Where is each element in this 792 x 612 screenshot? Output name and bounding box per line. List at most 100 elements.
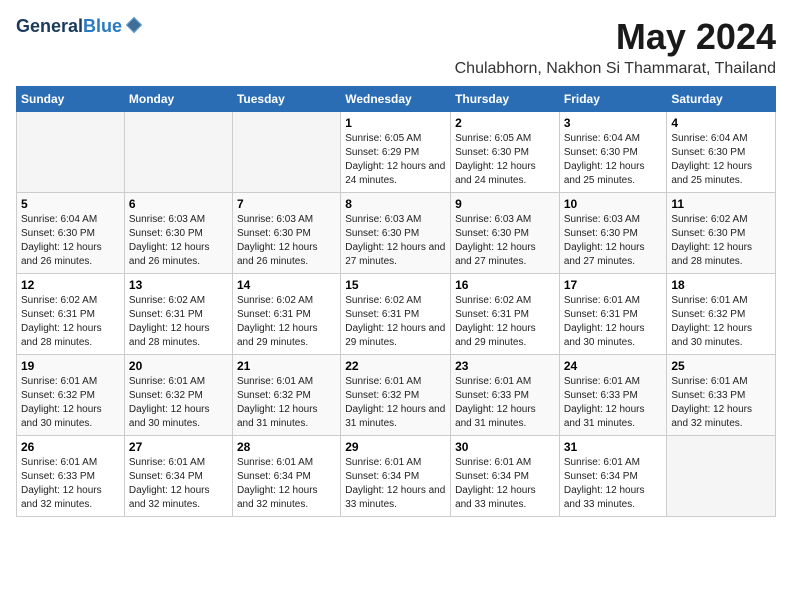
day-number: 16: [455, 278, 555, 292]
day-number: 3: [564, 116, 663, 130]
header: GeneralBlue May 2024 Chulabhorn, Nakhon …: [16, 16, 776, 78]
calendar-week-row: 1Sunrise: 6:05 AMSunset: 6:29 PMDaylight…: [17, 112, 776, 193]
day-number: 2: [455, 116, 555, 130]
day-number: 11: [671, 197, 771, 211]
day-number: 15: [345, 278, 446, 292]
day-number: 25: [671, 359, 771, 373]
weekday-header: Sunday: [17, 87, 125, 112]
day-number: 10: [564, 197, 663, 211]
calendar-header-row: SundayMondayTuesdayWednesdayThursdayFrid…: [17, 87, 776, 112]
calendar-week-row: 19 Sunrise: 6:01 AMSunset: 6:32 PMDayligh…: [17, 355, 776, 436]
calendar-cell: [124, 112, 232, 193]
day-number: 14: [237, 278, 336, 292]
calendar-cell: 27 Sunrise: 6:01 AMSunset: 6:34 PMDayligh…: [124, 436, 232, 517]
day-info: Sunrise: 6:02 AMSunset: 6:30 PMDaylight:…: [671, 213, 771, 269]
calendar-cell: 5 Sunrise: 6:04 AMSunset: 6:30 PMDaylight…: [17, 193, 125, 274]
calendar-cell: 23Sunrise: 6:01 AMSunset: 6:33 PMDayligh…: [451, 355, 560, 436]
day-info: Sunrise: 6:01 AMSunset: 6:34 PMDaylight:…: [345, 456, 446, 512]
day-number: 1: [345, 116, 446, 130]
calendar-cell: [17, 112, 125, 193]
calendar-cell: 19Sunrise: 6:01 AMSunset: 6:32 PMDayligh…: [17, 355, 125, 436]
day-number: 7: [237, 197, 336, 211]
weekday-header: Wednesday: [341, 87, 451, 112]
calendar-cell: 6Sunrise: 6:03 AMSunset: 6:30 PMDaylight…: [124, 193, 232, 274]
calendar-week-row: 12 Sunrise: 6:02 AMSunset: 6:31 PMDayligh…: [17, 274, 776, 355]
day-info: Sunrise: 6:03 AMSunset: 6:30 PMDaylight:…: [129, 213, 228, 269]
day-info: Sunrise: 6:01 AMSunset: 6:32 PMDaylight:…: [345, 375, 446, 431]
calendar-cell: 24 Sunrise: 6:01 AMSunset: 6:33 PMDayligh…: [559, 355, 667, 436]
calendar-cell: 3 Sunrise: 6:04 AMSunset: 6:30 PMDaylight…: [559, 112, 667, 193]
day-number: 21: [237, 359, 336, 373]
day-info: Sunrise: 6:02 AMSunset: 6:31 PMDaylight:…: [237, 294, 336, 350]
day-number: 24: [564, 359, 663, 373]
calendar-table: SundayMondayTuesdayWednesdayThursdayFrid…: [16, 86, 776, 517]
day-number: 9: [455, 197, 555, 211]
calendar-cell: 28 Sunrise: 6:01 AMSunset: 6:34 PMDayligh…: [232, 436, 340, 517]
day-number: 19: [21, 359, 120, 373]
day-number: 28: [237, 440, 336, 454]
calendar-week-row: 26 Sunrise: 6:01 AMSunset: 6:33 PMDayligh…: [17, 436, 776, 517]
calendar-cell: 20 Sunrise: 6:01 AMSunset: 6:32 PMDayligh…: [124, 355, 232, 436]
day-info: Sunrise: 6:01 AMSunset: 6:33 PMDaylight:…: [21, 456, 120, 512]
weekday-header: Monday: [124, 87, 232, 112]
calendar-cell: 26 Sunrise: 6:01 AMSunset: 6:33 PMDayligh…: [17, 436, 125, 517]
day-info: Sunrise: 6:04 AMSunset: 6:30 PMDaylight:…: [564, 132, 663, 188]
day-info: Sunrise: 6:02 AMSunset: 6:31 PMDaylight:…: [129, 294, 228, 350]
title-section: May 2024 Chulabhorn, Nakhon Si Thammarat…: [455, 16, 776, 78]
calendar-cell: 7 Sunrise: 6:03 AMSunset: 6:30 PMDaylight…: [232, 193, 340, 274]
calendar-cell: 15 Sunrise: 6:02 AMSunset: 6:31 PMDayligh…: [341, 274, 451, 355]
day-info: Sunrise: 6:04 AMSunset: 6:30 PMDaylight:…: [671, 132, 771, 188]
day-info: Sunrise: 6:01 AMSunset: 6:32 PMDaylight:…: [237, 375, 336, 431]
day-info: Sunrise: 6:04 AMSunset: 6:30 PMDaylight:…: [21, 213, 120, 269]
calendar-week-row: 5 Sunrise: 6:04 AMSunset: 6:30 PMDaylight…: [17, 193, 776, 274]
day-info: Sunrise: 6:01 AMSunset: 6:31 PMDaylight:…: [564, 294, 663, 350]
logo: GeneralBlue: [16, 16, 144, 37]
calendar-cell: 11 Sunrise: 6:02 AMSunset: 6:30 PMDayligh…: [667, 193, 776, 274]
day-number: 5: [21, 197, 120, 211]
day-info: Sunrise: 6:03 AMSunset: 6:30 PMDaylight:…: [564, 213, 663, 269]
calendar-cell: 9Sunrise: 6:03 AMSunset: 6:30 PMDaylight…: [451, 193, 560, 274]
month-year-title: May 2024: [455, 16, 776, 58]
day-info: Sunrise: 6:01 AMSunset: 6:34 PMDaylight:…: [455, 456, 555, 512]
day-number: 26: [21, 440, 120, 454]
day-info: Sunrise: 6:01 AMSunset: 6:33 PMDaylight:…: [671, 375, 771, 431]
calendar-cell: 8 Sunrise: 6:03 AMSunset: 6:30 PMDaylight…: [341, 193, 451, 274]
calendar-cell: [667, 436, 776, 517]
day-number: 4: [671, 116, 771, 130]
day-info: Sunrise: 6:01 AMSunset: 6:34 PMDaylight:…: [129, 456, 228, 512]
logo-icon: [124, 15, 144, 35]
day-info: Sunrise: 6:01 AMSunset: 6:34 PMDaylight:…: [237, 456, 336, 512]
day-number: 23: [455, 359, 555, 373]
day-number: 27: [129, 440, 228, 454]
day-number: 12: [21, 278, 120, 292]
day-info: Sunrise: 6:01 AMSunset: 6:32 PMDaylight:…: [129, 375, 228, 431]
calendar-cell: 16 Sunrise: 6:02 AMSunset: 6:31 PMDayligh…: [451, 274, 560, 355]
weekday-header: Tuesday: [232, 87, 340, 112]
calendar-cell: 10 Sunrise: 6:03 AMSunset: 6:30 PMDayligh…: [559, 193, 667, 274]
calendar-cell: 1Sunrise: 6:05 AMSunset: 6:29 PMDaylight…: [341, 112, 451, 193]
day-info: Sunrise: 6:01 AMSunset: 6:33 PMDaylight:…: [564, 375, 663, 431]
calendar-cell: 22 Sunrise: 6:01 AMSunset: 6:32 PMDayligh…: [341, 355, 451, 436]
day-number: 29: [345, 440, 446, 454]
day-info: Sunrise: 6:01 AMSunset: 6:32 PMDaylight:…: [671, 294, 771, 350]
day-number: 8: [345, 197, 446, 211]
calendar-cell: 14 Sunrise: 6:02 AMSunset: 6:31 PMDayligh…: [232, 274, 340, 355]
day-info: Sunrise: 6:02 AMSunset: 6:31 PMDaylight:…: [345, 294, 446, 350]
day-info: Sunrise: 6:03 AMSunset: 6:30 PMDaylight:…: [237, 213, 336, 269]
calendar-cell: 25 Sunrise: 6:01 AMSunset: 6:33 PMDayligh…: [667, 355, 776, 436]
calendar-cell: 31Sunrise: 6:01 AMSunset: 6:34 PMDayligh…: [559, 436, 667, 517]
day-info: Sunrise: 6:02 AMSunset: 6:31 PMDaylight:…: [455, 294, 555, 350]
day-info: Sunrise: 6:03 AMSunset: 6:30 PMDaylight:…: [345, 213, 446, 269]
weekday-header: Friday: [559, 87, 667, 112]
calendar-cell: 4 Sunrise: 6:04 AMSunset: 6:30 PMDaylight…: [667, 112, 776, 193]
calendar-cell: 12Sunrise: 6:02 AMSunset: 6:31 PMDayligh…: [17, 274, 125, 355]
day-number: 22: [345, 359, 446, 373]
day-number: 20: [129, 359, 228, 373]
weekday-header: Saturday: [667, 87, 776, 112]
day-number: 17: [564, 278, 663, 292]
day-number: 18: [671, 278, 771, 292]
day-number: 31: [564, 440, 663, 454]
calendar-cell: 2Sunrise: 6:05 AMSunset: 6:30 PMDaylight…: [451, 112, 560, 193]
day-number: 13: [129, 278, 228, 292]
calendar-cell: [232, 112, 340, 193]
